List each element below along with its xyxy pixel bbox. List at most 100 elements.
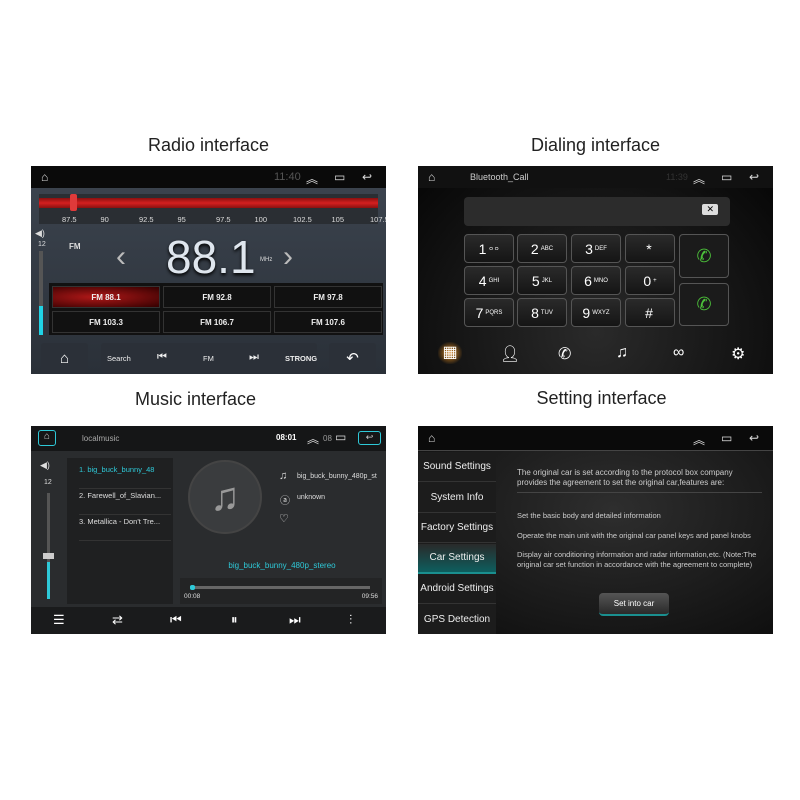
music-tab-icon[interactable]: ♫ [616, 344, 628, 362]
back-icon[interactable]: ↩ [358, 431, 381, 445]
settings-menu-item[interactable]: Android Settings [418, 574, 496, 604]
album-art: ♫ [188, 460, 262, 534]
band-label: FM [69, 242, 81, 251]
recent-apps-icon[interactable]: ▭ [334, 170, 345, 184]
clock: 11:39 [666, 172, 688, 182]
settings-menu-item[interactable]: Car Settings [418, 543, 496, 574]
key-digit: 9 [582, 304, 591, 321]
call-log-tab-icon[interactable]: ✆ [558, 344, 571, 364]
feature-1: Set the basic body and detailed informat… [517, 511, 661, 520]
contacts-tab-icon[interactable]: 👤︎ [500, 344, 520, 364]
caption-music: Music interface [134, 389, 257, 409]
preset-button[interactable]: FM 103.3 [52, 311, 160, 333]
back-button[interactable]: ↶ [329, 343, 376, 373]
dialpad-tab-icon[interactable]: ▦ [438, 342, 462, 364]
settings-tab-icon[interactable]: ⚙ [731, 344, 745, 364]
scale-label: 92.5 [139, 215, 154, 224]
expand-icon[interactable]: ︽ [693, 431, 705, 448]
dial-key[interactable]: 9 WXYZ [571, 298, 621, 327]
home-icon[interactable]: ⌂ [428, 170, 435, 184]
playlist-item[interactable]: 1. big_buck_bunny_48 [79, 465, 171, 489]
recent-apps-icon[interactable]: ▭ [721, 170, 732, 184]
tuner-needle[interactable] [70, 194, 77, 211]
seek-back-button[interactable]: ⏮ [157, 351, 167, 364]
previous-icon[interactable]: ⏮ [170, 612, 182, 628]
artist-name: unknown [297, 494, 326, 501]
key-letters: ㅇㅇ [488, 247, 500, 253]
artist-icon: ⓐ [280, 496, 290, 507]
playlist-icon[interactable]: ☰ [53, 612, 65, 628]
scale-label: 102.5 [293, 215, 312, 224]
recent-apps-icon[interactable]: ▭ [335, 430, 346, 444]
dial-key[interactable]: 1 ㅇㅇ [464, 234, 514, 263]
status-bar: ⌂ 11:40 ︽ ▭ ↩ [31, 166, 386, 188]
key-digit: 3 [585, 240, 593, 257]
volume-value: 12 [44, 479, 52, 486]
settings-menu-item[interactable]: GPS Detection [418, 605, 496, 634]
redial-button[interactable]: ✆ [679, 283, 729, 326]
prev-station-button[interactable]: ‹ [116, 240, 126, 274]
back-icon[interactable]: ↩ [749, 431, 759, 445]
dial-key[interactable]: 3 DEF [571, 234, 621, 263]
dial-key[interactable]: 8 TUV [517, 298, 567, 327]
key-digit: 4 [478, 272, 487, 289]
backspace-icon[interactable]: ✕ [702, 204, 718, 215]
next-icon[interactable]: ⏭ [289, 612, 301, 628]
frequency-unit: MHz [260, 257, 273, 263]
key-digit: 8 [531, 304, 539, 321]
scale-label: 107.5 [370, 215, 386, 224]
home-icon[interactable]: ⌂ [428, 431, 435, 445]
expand-icon[interactable]: ︽ [306, 170, 318, 187]
preset-button[interactable]: FM 88.1 [52, 286, 160, 308]
expand-icon[interactable]: ︽ [693, 170, 705, 187]
dial-key[interactable]: 0 + [625, 266, 675, 295]
volume-slider[interactable] [39, 251, 43, 335]
dial-key[interactable]: * [625, 234, 675, 263]
pairing-tab-icon[interactable]: ∞ [673, 344, 684, 362]
repeat-icon[interactable]: ⇄ [112, 612, 123, 628]
dial-key[interactable]: 4 GHI [464, 266, 514, 295]
settings-menu-item[interactable]: System Info [418, 483, 496, 513]
preset-button[interactable]: FM 107.6 [274, 311, 382, 333]
dial-key[interactable]: 6 MNO [571, 266, 621, 295]
key-letters: + [653, 277, 657, 284]
home-icon[interactable]: ⌂ [41, 170, 48, 184]
tuner-scale[interactable]: 87.5 90 92.5 95 97.5 100 102.5 105 107.5 [39, 194, 386, 224]
volume-icon: ◀) [40, 460, 50, 470]
next-station-button[interactable]: › [283, 240, 293, 274]
set-into-car-button[interactable]: Set into car [599, 593, 669, 616]
volume-thumb[interactable] [43, 553, 54, 559]
settings-menu-item[interactable]: Factory Settings [418, 513, 496, 543]
call-button[interactable]: ✆ [679, 234, 729, 278]
preset-button[interactable]: FM 92.8 [163, 286, 271, 308]
number-input[interactable]: ✕ [464, 197, 730, 226]
radio-screen: ⌂ 11:40 ︽ ▭ ↩ 87.5 90 92.5 95 97.5 100 102.5 10… [31, 166, 386, 374]
expand-icon[interactable]: ︽ [307, 430, 319, 447]
settings-menu-item[interactable]: Sound Settings [418, 452, 496, 482]
dial-key[interactable]: 7 PQRS [464, 298, 514, 327]
preset-button[interactable]: FM 97.8 [274, 286, 382, 308]
key-letters: GHI [488, 277, 500, 284]
scale-label: 95 [177, 215, 186, 224]
playlist-item[interactable]: 3. Metallica - Don't Tre... [79, 517, 171, 541]
favorite-button[interactable]: ♡ [279, 512, 289, 525]
volume-slider[interactable] [43, 493, 54, 599]
recent-apps-icon[interactable]: ▭ [721, 431, 732, 445]
equalizer-icon[interactable]: ⫶ [349, 612, 352, 628]
home-button[interactable]: ⌂ [41, 343, 88, 373]
dial-key[interactable]: # [625, 298, 675, 327]
pause-icon[interactable]: ⏸ [231, 612, 238, 628]
playlist-item[interactable]: 2. Farewell_of_Slavian... [79, 491, 171, 515]
preset-button[interactable]: FM 106.7 [163, 311, 271, 333]
dial-key[interactable]: 5 JKL [517, 266, 567, 295]
caption-radio: Radio interface [147, 135, 270, 155]
strong-button[interactable]: STRONG [285, 354, 317, 363]
back-icon[interactable]: ↩ [749, 170, 759, 184]
back-icon[interactable]: ↩ [362, 170, 372, 184]
home-icon[interactable]: ⌂ [38, 430, 56, 446]
band-button[interactable]: FM [203, 354, 214, 363]
progress-bar[interactable] [190, 585, 370, 590]
search-button[interactable]: Search [107, 354, 131, 363]
seek-forward-button[interactable]: ⏭ [249, 351, 259, 364]
dial-key[interactable]: 2 ABC [517, 234, 567, 263]
